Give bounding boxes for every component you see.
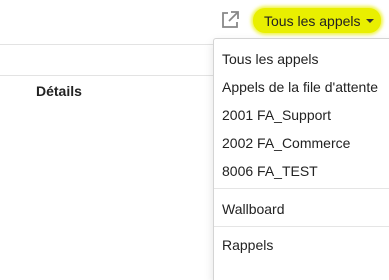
column-header-details: Détails — [36, 83, 82, 99]
caret-down-icon — [365, 18, 374, 23]
menu-item-wallboard[interactable]: Wallboard — [222, 201, 285, 217]
menu-item-callbacks[interactable]: Rappels — [222, 237, 273, 253]
calls-filter-menu: Tous les appels Appels de la file d'atte… — [213, 38, 389, 280]
menu-separator — [214, 226, 389, 227]
menu-item-queue-8006[interactable]: 8006 FA_TEST — [222, 163, 318, 179]
external-link-icon[interactable] — [219, 9, 241, 31]
menu-item-all-calls[interactable]: Tous les appels — [222, 51, 319, 67]
calls-filter-dropdown[interactable]: Tous les appels — [253, 8, 381, 33]
menu-separator — [214, 188, 389, 189]
calls-filter-label: Tous les appels — [264, 12, 361, 29]
menu-item-queue-2001[interactable]: 2001 FA_Support — [222, 107, 331, 123]
menu-item-queue-2002[interactable]: 2002 FA_Commerce — [222, 135, 350, 151]
menu-item-queue-calls[interactable]: Appels de la file d'attente — [222, 79, 378, 95]
